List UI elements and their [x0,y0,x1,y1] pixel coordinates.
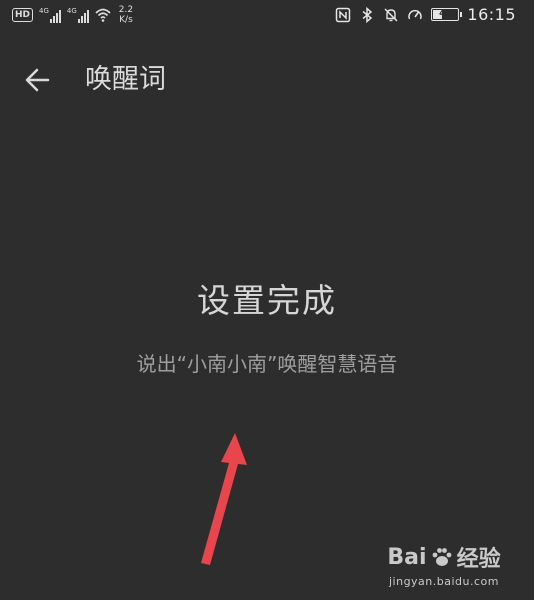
signal-4g-1: 4G [39,7,61,23]
status-left-group: HD 4G 4G 2.2 K/s [12,5,133,25]
back-arrow-icon [25,68,50,92]
network-type-label: 4G [66,7,77,15]
speedometer-icon [408,9,423,19]
mute-bell-icon [384,7,398,22]
nfc-icon [336,7,351,22]
wifi-icon [95,8,111,22]
annotation-arrow [201,433,247,565]
battery-icon: 41 [431,8,463,21]
completion-heading: 设置完成 [197,281,337,320]
back-button[interactable] [20,62,56,98]
watermark-url: jingyan.baidu.com [388,575,499,588]
hd-badge: HD [12,8,34,22]
watermark-logo-left: Bai [387,544,427,570]
wake-word-instruction: 说出“小南小南”唤醒智慧语音 [136,352,398,376]
status-right-group: 41 16:15 [335,5,516,24]
signal-bars-icon [77,10,89,23]
battery-level: 41 [439,9,452,19]
page-title: 唤醒词 [85,64,166,95]
watermark-logo-right: 经验 [456,547,501,572]
clock: 16:15 [467,5,516,24]
status-bar: HD 4G 4G 2.2 K/s 41 16:15 [0,0,534,32]
speed-value: 2.2 [118,5,134,15]
network-speed: 2.2 K/s [119,5,133,25]
speed-unit: K/s [119,15,133,25]
network-type-label: 4G [39,7,49,15]
signal-bars-icon [49,10,61,23]
watermark-logo: Bai 经验 [374,541,514,573]
signal-4g-2: 4G [67,7,89,23]
paw-icon [432,548,451,566]
bluetooth-icon [362,6,373,23]
baidu-jingyan-watermark: Bai 经验 jingyan.baidu.com [374,541,514,589]
